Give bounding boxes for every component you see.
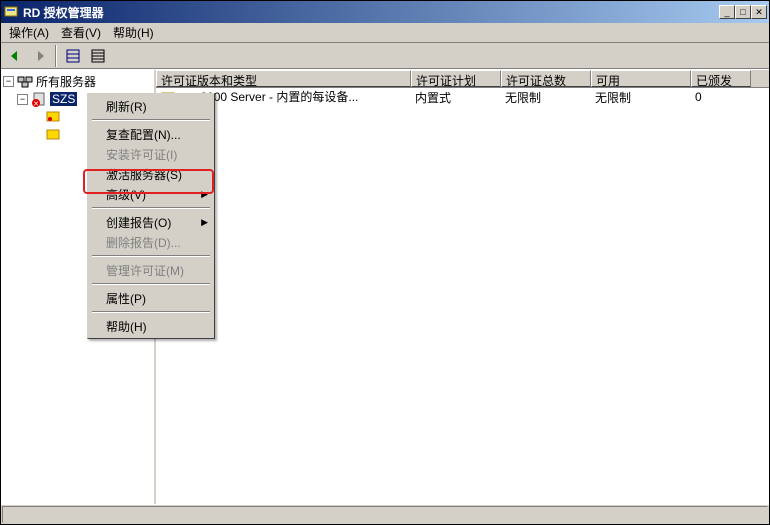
cell-issued: 0 (691, 89, 751, 105)
maximize-button[interactable]: □ (735, 5, 751, 19)
col-version-type[interactable]: 许可证版本和类型 (156, 70, 411, 87)
toolbar-forward-button[interactable] (28, 45, 51, 67)
menu-bar: 操作(A) 查看(V) 帮助(H) (1, 23, 769, 43)
report-icon (45, 127, 61, 143)
menu-action[interactable]: 操作(A) (3, 22, 55, 43)
cell-available: 无限制 (591, 88, 691, 107)
window-controls: _ □ ✕ (719, 5, 767, 19)
minimize-button[interactable]: _ (719, 5, 735, 19)
title-bar: RD 授权管理器 _ □ ✕ (1, 1, 769, 23)
status-bar (1, 504, 769, 524)
cm-properties[interactable]: 属性(P) (90, 288, 212, 308)
context-menu: 刷新(R) 复查配置(N)... 安装许可证(I) 激活服务器(S) 高级(V)… (87, 93, 215, 339)
cm-create-report[interactable]: 创建报告(O) ▶ (90, 212, 212, 232)
cm-separator (92, 119, 210, 121)
col-total[interactable]: 许可证总数 (501, 70, 591, 87)
expand-collapse-icon[interactable]: − (3, 76, 14, 87)
list-body[interactable]: ws 2000 Server - 内置的每设备... 内置式 无限制 无限制 0 (156, 88, 769, 504)
cm-activate-server[interactable]: 激活服务器(S) (90, 164, 212, 184)
tree-root-label: 所有服务器 (36, 73, 96, 90)
cm-refresh[interactable]: 刷新(R) (90, 96, 212, 116)
submenu-arrow-icon: ▶ (201, 189, 208, 200)
cm-separator (92, 283, 210, 285)
window-title: RD 授权管理器 (23, 4, 719, 21)
tree-server-label: SZS (50, 92, 77, 106)
certificate-icon (45, 109, 61, 125)
cm-separator (92, 207, 210, 209)
svg-text:✕: ✕ (33, 101, 39, 107)
list-header: 许可证版本和类型 许可证计划 许可证总数 可用 已颁发 (156, 70, 769, 88)
col-available[interactable]: 可用 (591, 70, 691, 87)
menu-help[interactable]: 帮助(H) (107, 22, 160, 43)
toolbar-back-button[interactable] (3, 45, 26, 67)
cm-separator (92, 255, 210, 257)
cell-plan: 内置式 (411, 88, 501, 107)
cm-review-config[interactable]: 复查配置(N)... (90, 124, 212, 144)
cm-advanced[interactable]: 高级(V) ▶ (90, 184, 212, 204)
toolbar-list-button[interactable] (86, 45, 109, 67)
server-error-icon: ✕ (31, 91, 47, 107)
app-icon (3, 4, 19, 20)
list-row[interactable]: ws 2000 Server - 内置的每设备... 内置式 无限制 无限制 0 (156, 88, 769, 106)
tree-root[interactable]: − 所有服务器 (3, 72, 152, 90)
list-pane: 许可证版本和类型 许可证计划 许可证总数 可用 已颁发 ws 2000 Serv… (156, 70, 769, 504)
toolbar-separator (55, 45, 57, 67)
col-issued[interactable]: 已颁发 (691, 70, 751, 87)
cm-manage-license: 管理许可证(M) (90, 260, 212, 280)
col-plan[interactable]: 许可证计划 (411, 70, 501, 87)
servers-icon (17, 73, 33, 89)
toolbar-refresh-button[interactable] (61, 45, 84, 67)
status-cell (2, 506, 768, 523)
submenu-arrow-icon: ▶ (201, 217, 208, 228)
toolbar (1, 43, 769, 69)
menu-view[interactable]: 查看(V) (55, 22, 107, 43)
cm-install-license: 安装许可证(I) (90, 144, 212, 164)
cm-separator (92, 311, 210, 313)
cell-total: 无限制 (501, 88, 591, 107)
cm-help[interactable]: 帮助(H) (90, 316, 212, 336)
cm-delete-report: 删除报告(D)... (90, 232, 212, 252)
expand-collapse-icon[interactable]: − (17, 94, 28, 105)
close-button[interactable]: ✕ (751, 5, 767, 19)
